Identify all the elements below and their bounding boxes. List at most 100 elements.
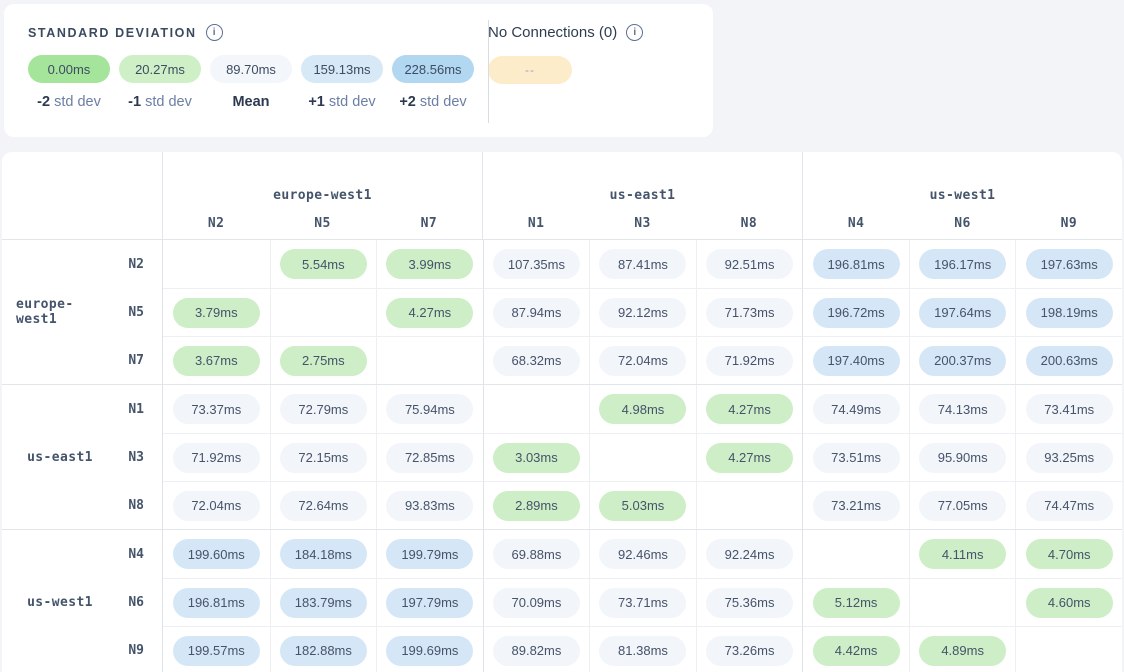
latency-pill[interactable]: 75.94ms [386, 394, 473, 424]
latency-pill[interactable]: 197.64ms [919, 298, 1006, 328]
matrix-cell: 197.63ms [1015, 240, 1122, 288]
latency-pill[interactable]: 75.36ms [706, 588, 793, 618]
matrix-cell: 4.98ms [589, 385, 696, 433]
latency-pill[interactable]: 2.75ms [280, 346, 367, 376]
matrix-cell: 71.92ms [163, 433, 270, 481]
region-column-header: us-west1N4N6N9 [802, 152, 1122, 239]
latency-pill[interactable]: 4.98ms [599, 394, 686, 424]
latency-pill[interactable]: 4.27ms [706, 394, 793, 424]
latency-pill[interactable]: 81.38ms [599, 636, 686, 666]
latency-pill[interactable]: 2.89ms [493, 491, 580, 521]
latency-pill[interactable]: 72.04ms [599, 346, 686, 376]
latency-pill[interactable]: 73.71ms [599, 588, 686, 618]
legend-stop-bold: -2 [37, 94, 50, 110]
latency-pill[interactable]: 87.41ms [599, 249, 686, 279]
latency-pill[interactable]: 72.04ms [173, 491, 260, 521]
latency-pill[interactable]: 89.82ms [493, 636, 580, 666]
latency-pill[interactable]: 68.32ms [493, 346, 580, 376]
legend-stop-bold: +1 [308, 94, 325, 110]
legend-stop-pill: 89.70ms [210, 55, 292, 83]
matrix-cell: 73.21ms [802, 481, 909, 529]
latency-pill[interactable]: 4.11ms [919, 539, 1006, 569]
latency-pill[interactable]: 71.73ms [706, 298, 793, 328]
latency-pill[interactable]: 4.27ms [386, 298, 473, 328]
latency-pill[interactable]: 196.81ms [813, 249, 900, 279]
legend-stop-bold: Mean [232, 94, 269, 110]
latency-pill[interactable]: 199.57ms [173, 636, 260, 666]
latency-pill[interactable]: 74.47ms [1026, 491, 1113, 521]
latency-pill[interactable]: 200.37ms [919, 346, 1006, 376]
latency-pill[interactable]: 197.40ms [813, 346, 900, 376]
matrix-cell [696, 481, 803, 529]
latency-pill[interactable]: 72.79ms [280, 394, 367, 424]
latency-pill[interactable]: 73.21ms [813, 491, 900, 521]
latency-pill[interactable]: 196.81ms [173, 588, 260, 618]
latency-pill[interactable]: 3.99ms [386, 249, 473, 279]
latency-pill[interactable]: 73.26ms [706, 636, 793, 666]
latency-pill[interactable]: 92.12ms [599, 298, 686, 328]
latency-pill[interactable]: 183.79ms [280, 588, 367, 618]
latency-pill[interactable]: 72.15ms [280, 443, 367, 473]
latency-pill[interactable]: 74.49ms [813, 394, 900, 424]
latency-pill[interactable]: 4.60ms [1026, 588, 1113, 618]
node-column-headers: N1N3N8 [483, 216, 802, 231]
latency-pill[interactable]: 92.46ms [599, 539, 686, 569]
matrix-cell: 4.11ms [909, 530, 1016, 578]
matrix-cell: 77.05ms [909, 481, 1016, 529]
matrix-cell: 107.35ms [483, 240, 590, 288]
matrix-cell: 199.60ms [163, 530, 270, 578]
latency-pill[interactable]: 199.69ms [386, 636, 473, 666]
latency-pill[interactable]: 93.25ms [1026, 443, 1113, 473]
latency-pill[interactable]: 199.79ms [386, 539, 473, 569]
node-row-label: N2 [104, 240, 162, 288]
latency-pill[interactable]: 3.79ms [173, 298, 260, 328]
latency-pill[interactable]: 92.24ms [706, 539, 793, 569]
latency-pill[interactable]: 182.88ms [280, 636, 367, 666]
latency-pill[interactable]: 69.88ms [493, 539, 580, 569]
latency-pill[interactable]: 93.83ms [386, 491, 473, 521]
latency-pill[interactable]: 198.19ms [1026, 298, 1113, 328]
latency-pill[interactable]: 5.03ms [599, 491, 686, 521]
matrix-cell: 74.49ms [802, 385, 909, 433]
latency-pill[interactable]: 107.35ms [493, 249, 580, 279]
matrix-cell: 4.27ms [696, 433, 803, 481]
matrix-cell: 72.64ms [270, 481, 377, 529]
latency-pill[interactable]: 73.41ms [1026, 394, 1113, 424]
latency-pill[interactable]: 196.72ms [813, 298, 900, 328]
latency-pill[interactable]: 87.94ms [493, 298, 580, 328]
latency-pill[interactable]: 4.70ms [1026, 539, 1113, 569]
latency-pill[interactable]: 71.92ms [173, 443, 260, 473]
latency-pill[interactable]: 72.85ms [386, 443, 473, 473]
latency-pill[interactable]: 4.89ms [919, 636, 1006, 666]
latency-pill[interactable]: 71.92ms [706, 346, 793, 376]
matrix-cell: 74.13ms [909, 385, 1016, 433]
latency-pill[interactable]: 196.17ms [919, 249, 1006, 279]
latency-pill[interactable]: 77.05ms [919, 491, 1006, 521]
latency-pill[interactable]: 5.12ms [813, 588, 900, 618]
latency-pill[interactable]: 197.79ms [386, 588, 473, 618]
latency-pill[interactable]: 74.13ms [919, 394, 1006, 424]
latency-pill[interactable]: 92.51ms [706, 249, 793, 279]
latency-pill[interactable]: 200.63ms [1026, 346, 1113, 376]
latency-pill[interactable]: 70.09ms [493, 588, 580, 618]
latency-pill[interactable]: 3.67ms [173, 346, 260, 376]
region-row-title: europe-west1 [2, 240, 104, 384]
latency-pill[interactable]: 199.60ms [173, 539, 260, 569]
latency-pill[interactable]: 4.42ms [813, 636, 900, 666]
latency-pill[interactable]: 4.27ms [706, 443, 793, 473]
matrix-cell: 70.09ms [483, 578, 590, 626]
matrix-cell: 71.92ms [696, 336, 803, 384]
latency-pill[interactable]: 184.18ms [280, 539, 367, 569]
latency-pill[interactable]: 73.51ms [813, 443, 900, 473]
latency-pill[interactable]: 3.03ms [493, 443, 580, 473]
info-icon[interactable]: i [626, 24, 643, 41]
matrix-cell: 75.36ms [696, 578, 803, 626]
latency-pill[interactable]: 5.54ms [280, 249, 367, 279]
node-column-header: N3 [589, 216, 695, 231]
latency-pill[interactable]: 197.63ms [1026, 249, 1113, 279]
info-icon[interactable]: i [206, 24, 223, 41]
legend-stop-pill: 0.00ms [28, 55, 110, 83]
latency-pill[interactable]: 95.90ms [919, 443, 1006, 473]
latency-pill[interactable]: 73.37ms [173, 394, 260, 424]
latency-pill[interactable]: 72.64ms [280, 491, 367, 521]
